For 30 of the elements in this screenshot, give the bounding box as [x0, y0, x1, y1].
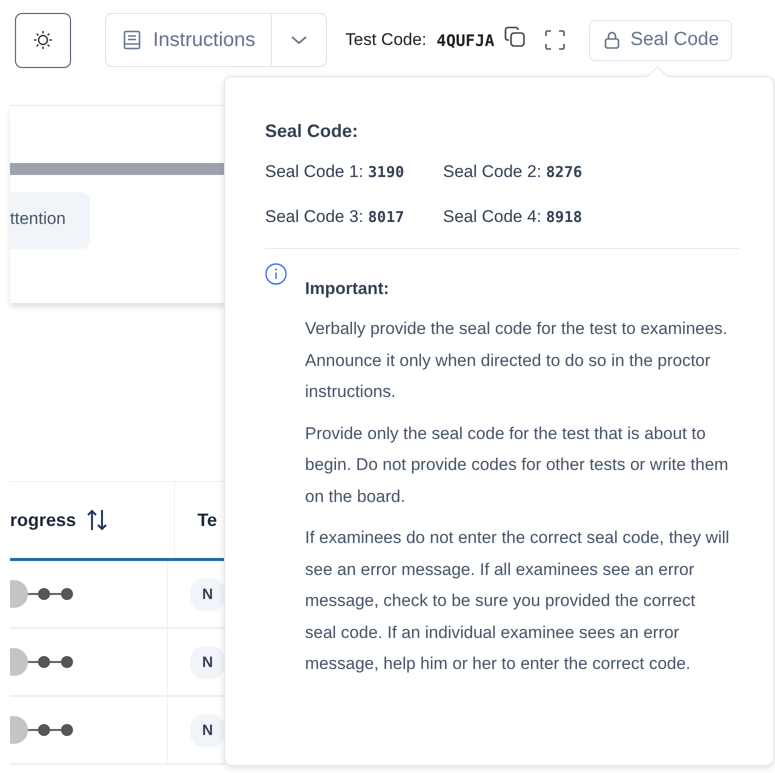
- notice-paragraph: Verbally provide the seal code for the test to examinees. Announce it only when directed to do so in the proctor instructions.: [305, 318, 728, 403]
- seal-code: Seal Code 1: 3190: [265, 162, 406, 182]
- column-header[interactable]: Te: [197, 510, 217, 530]
- seal-code: Seal Code 3: 8017: [265, 207, 406, 227]
- book-icon: [123, 30, 141, 50]
- popover-title: Seal Code:: [265, 121, 360, 142]
- seal-code: Seal Code 4: 8918: [443, 207, 584, 227]
- info-icon: [265, 263, 287, 285]
- theme-button[interactable]: [15, 12, 71, 68]
- notice-paragraph: Provide only the seal code for the test that is about to begin. Do not provide codes for other tests or write them on the board.: [305, 422, 730, 508]
- notice-paragraph: If examinees do not enter the correct seal code, they will see an error message. If all examinees see an error message, check to be sure you provided the correct seal code. If an individual examinee sees an error message, help him or her to enter the correct code.: [305, 527, 730, 675]
- notice-title: Important:: [305, 279, 390, 299]
- lock-icon: [604, 31, 620, 49]
- status-chip: N: [190, 646, 225, 678]
- progress-steps-drawing: [10, 715, 74, 745]
- fullscreen-icon[interactable]: [545, 30, 566, 50]
- progress-steps-drawing: [10, 579, 74, 609]
- test-code-label: Test Code:: [345, 30, 427, 50]
- sun-icon: [33, 30, 53, 50]
- copy-icon[interactable]: [504, 26, 526, 48]
- chevron-down-icon: [290, 35, 308, 45]
- status-chip: N: [190, 714, 225, 746]
- seal-code: Seal Code 2: 8276: [443, 162, 584, 182]
- status-chip: N: [190, 578, 225, 610]
- column-header[interactable]: rogress: [10, 510, 76, 530]
- progress-steps-drawing: [10, 647, 74, 677]
- test-code-value: 4QUFJA: [436, 30, 494, 50]
- sort-icon[interactable]: [86, 508, 108, 532]
- status-chip: ttention: [10, 192, 90, 249]
- seal-code-button[interactable]: Seal Code: [589, 20, 732, 60]
